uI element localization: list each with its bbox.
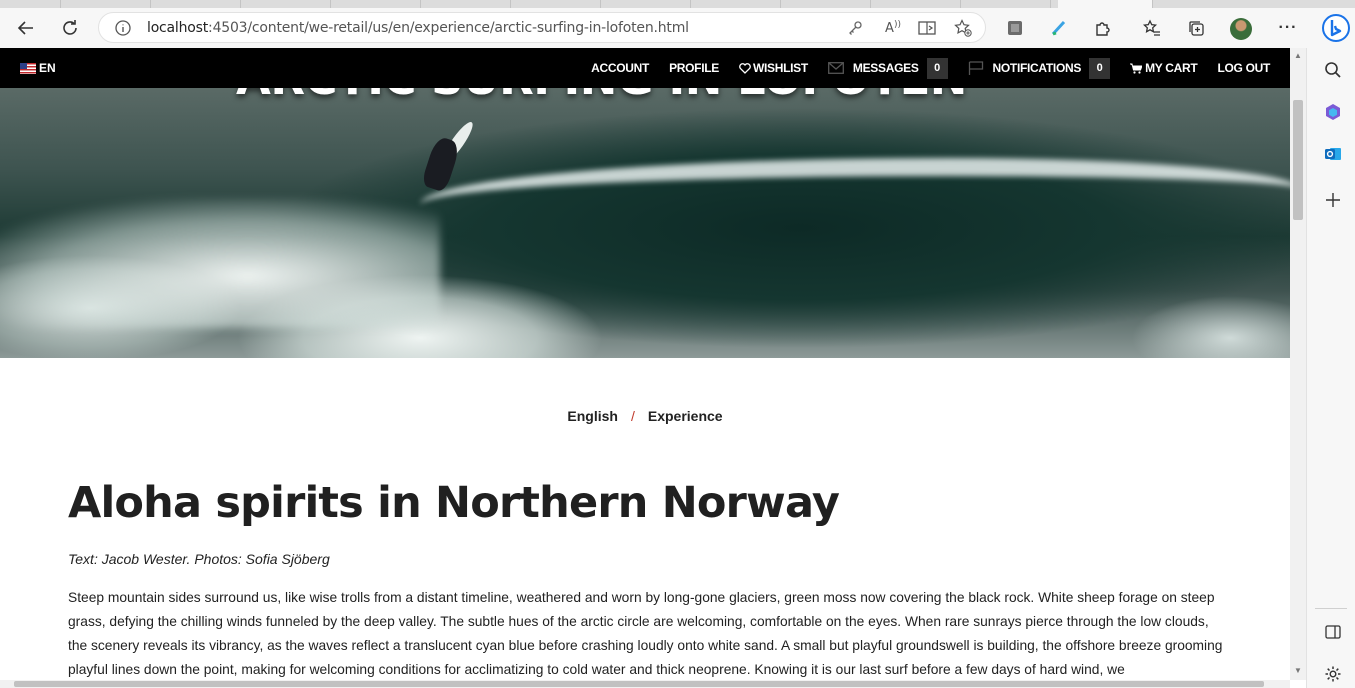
flag-icon	[968, 61, 983, 75]
browser-tab[interactable]	[510, 0, 601, 8]
profile-link[interactable]: PROFILE	[669, 61, 719, 75]
notifications-link[interactable]: NOTIFICATIONS 0	[968, 57, 1111, 79]
logout-link[interactable]: LOG OUT	[1217, 61, 1270, 75]
scroll-down-arrow-icon[interactable]: ▼	[1294, 666, 1302, 675]
key-icon[interactable]	[845, 18, 865, 38]
browser-tab[interactable]	[690, 0, 781, 8]
outlook-icon	[1325, 148, 1341, 160]
profile-avatar[interactable]	[1230, 18, 1252, 40]
browser-tab[interactable]	[330, 0, 421, 8]
breadcrumb-item-english[interactable]: English	[567, 408, 618, 424]
browser-tab[interactable]	[0, 0, 61, 8]
browser-tab[interactable]	[60, 0, 151, 8]
browser-tab-active[interactable]	[1058, 0, 1153, 8]
sidebar-settings-button[interactable]	[1323, 664, 1343, 684]
immersive-reader-icon[interactable]	[917, 18, 937, 38]
wishlist-link[interactable]: WISHLIST	[739, 61, 808, 75]
bing-chat-button[interactable]	[1318, 10, 1354, 46]
breadcrumb-item-experience[interactable]: Experience	[648, 408, 723, 424]
envelope-icon	[827, 62, 844, 74]
language-label: EN	[39, 61, 56, 75]
breadcrumb: English / Experience	[0, 408, 1290, 424]
back-arrow-icon	[17, 21, 33, 35]
browser-tab[interactable]	[150, 0, 241, 8]
language-selector[interactable]: EN	[20, 61, 56, 75]
site-info-icon[interactable]	[115, 20, 131, 36]
collections-button[interactable]	[1180, 12, 1212, 44]
back-button[interactable]	[10, 12, 42, 44]
read-aloud-icon[interactable]: A))	[883, 18, 903, 38]
extensions-button[interactable]	[1087, 12, 1119, 44]
extension-tile-icon	[1008, 21, 1022, 35]
us-flag-icon	[20, 62, 36, 74]
article-body: Steep mountain sides surround us, like w…	[68, 590, 1223, 677]
extension-button[interactable]	[1043, 12, 1075, 44]
search-icon	[1325, 62, 1341, 78]
breadcrumb-separator: /	[630, 408, 635, 424]
browser-toolbar: localhost:4503/content/we-retail/us/en/e…	[0, 8, 1355, 49]
address-bar[interactable]: localhost:4503/content/we-retail/us/en/e…	[98, 12, 986, 43]
wave-lip	[420, 158, 1290, 236]
favorites-star-icon	[1143, 19, 1160, 36]
browser-tab-strip	[0, 0, 1355, 8]
extension-button[interactable]	[999, 12, 1031, 44]
article-title: Aloha spirits in Northern Norway	[68, 478, 840, 528]
account-link[interactable]: ACCOUNT	[591, 61, 649, 75]
hero-image	[0, 88, 1290, 358]
scroll-up-arrow-icon[interactable]: ▲	[1294, 51, 1302, 60]
sidebar-search-button[interactable]	[1323, 60, 1343, 80]
browser-tab[interactable]	[780, 0, 871, 8]
puzzle-icon	[1096, 22, 1110, 36]
messages-link[interactable]: MESSAGES 0	[827, 57, 948, 79]
bing-icon	[1322, 14, 1350, 42]
cart-icon	[1130, 63, 1143, 74]
browser-tab[interactable]	[960, 0, 1051, 8]
browser-tab[interactable]	[870, 0, 961, 8]
vertical-scroll-thumb[interactable]	[1293, 100, 1303, 220]
add-favorite-icon[interactable]	[953, 18, 973, 38]
collections-icon	[1189, 21, 1204, 36]
surfer-figure	[420, 135, 462, 193]
horizontal-scrollbar[interactable]	[0, 680, 1290, 688]
vertical-scrollbar[interactable]: ▲ ▼	[1290, 48, 1306, 680]
article-byline: Text: Jacob Wester. Photos: Sofia Sjöber…	[68, 551, 330, 567]
cart-link[interactable]: MY CART	[1130, 61, 1198, 75]
sidebar-add-button[interactable]	[1323, 190, 1343, 210]
edge-sidebar	[1306, 48, 1355, 688]
site-top-nav: EN ACCOUNT PROFILE WISHLIST MESSAGES 0 N…	[0, 48, 1290, 88]
browser-tab[interactable]	[600, 0, 691, 8]
panel-icon	[1325, 625, 1341, 639]
web-page: EN ACCOUNT PROFILE WISHLIST MESSAGES 0 N…	[0, 48, 1290, 680]
notifications-count-badge: 0	[1089, 57, 1111, 79]
horizontal-scroll-thumb[interactable]	[14, 681, 1264, 687]
copilot-icon	[1326, 104, 1340, 120]
sidebar-divider	[1315, 608, 1347, 609]
account-links: ACCOUNT PROFILE WISHLIST MESSAGES 0 NOTI…	[571, 48, 1270, 88]
more-menu-button[interactable]: ···	[1272, 12, 1304, 44]
heart-icon	[739, 62, 751, 74]
browser-tab[interactable]	[420, 0, 511, 8]
ellipsis-icon: ···	[1278, 19, 1298, 36]
refresh-icon	[63, 20, 77, 35]
browser-tab[interactable]	[240, 0, 331, 8]
url-text[interactable]: localhost:4503/content/we-retail/us/en/e…	[147, 20, 689, 36]
gear-icon	[1325, 666, 1341, 682]
refresh-button[interactable]	[54, 12, 86, 44]
plus-icon	[1326, 193, 1340, 207]
pen-extension-icon	[1051, 20, 1066, 36]
messages-count-badge: 0	[926, 57, 948, 79]
favorites-button[interactable]	[1136, 12, 1168, 44]
sidebar-outlook-button[interactable]	[1323, 144, 1343, 164]
sidebar-toggle-button[interactable]	[1323, 622, 1343, 642]
sidebar-copilot-button[interactable]	[1323, 102, 1343, 122]
wave-foam	[0, 198, 440, 328]
